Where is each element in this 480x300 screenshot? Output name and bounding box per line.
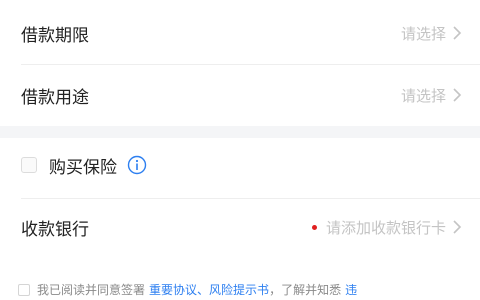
loan-purpose-row[interactable]: 借款用途 请选择 <box>0 76 480 114</box>
chevron-right-icon <box>453 26 462 40</box>
bank-value: 请添加收款银行卡 <box>325 218 446 237</box>
insurance-checkbox[interactable] <box>21 157 37 173</box>
loan-term-selector[interactable]: 请选择 <box>401 23 462 44</box>
info-icon[interactable] <box>127 155 147 175</box>
divider <box>21 64 480 65</box>
loan-form: 借款期限 请选择 借款用途 请选择 购买保险 收款银行 请添加收款银行卡 我已阅… <box>0 0 480 300</box>
insurance-row: 购买保险 <box>0 146 480 184</box>
chevron-right-icon <box>453 220 462 234</box>
loan-term-value: 请选择 <box>400 24 446 43</box>
bank-selector[interactable]: 请添加收款银行卡 <box>311 217 462 238</box>
chevron-right-icon <box>453 88 462 102</box>
risk-notice-link[interactable]: 风险提示书 <box>209 281 269 298</box>
loan-purpose-selector[interactable]: 请选择 <box>401 85 462 106</box>
required-dot <box>311 224 317 230</box>
divider <box>21 198 480 199</box>
agreement-separator: 、 <box>197 283 210 297</box>
bank-label: 收款银行 <box>21 219 89 240</box>
loan-purpose-value: 请选择 <box>400 86 446 105</box>
agreement-prefix: 我已阅读并同意签署 <box>37 283 146 297</box>
important-agreement-link[interactable]: 重要协议 <box>149 281 197 298</box>
agreement-checkbox[interactable] <box>18 283 30 296</box>
loan-purpose-label: 借款用途 <box>21 87 89 108</box>
insurance-label: 购买保险 <box>49 157 117 178</box>
agreement-suffix: ，了解并知悉 <box>269 283 342 297</box>
agreement-line: 我已阅读并同意签署 重要协议 、 风险提示书 ，了解并知悉 违 <box>18 281 480 298</box>
section-gap <box>0 126 480 138</box>
truncated-link[interactable]: 违 <box>345 281 357 298</box>
bank-row[interactable]: 收款银行 请添加收款银行卡 <box>0 208 480 246</box>
loan-term-row[interactable]: 借款期限 请选择 <box>0 14 480 52</box>
loan-term-label: 借款期限 <box>21 25 89 46</box>
